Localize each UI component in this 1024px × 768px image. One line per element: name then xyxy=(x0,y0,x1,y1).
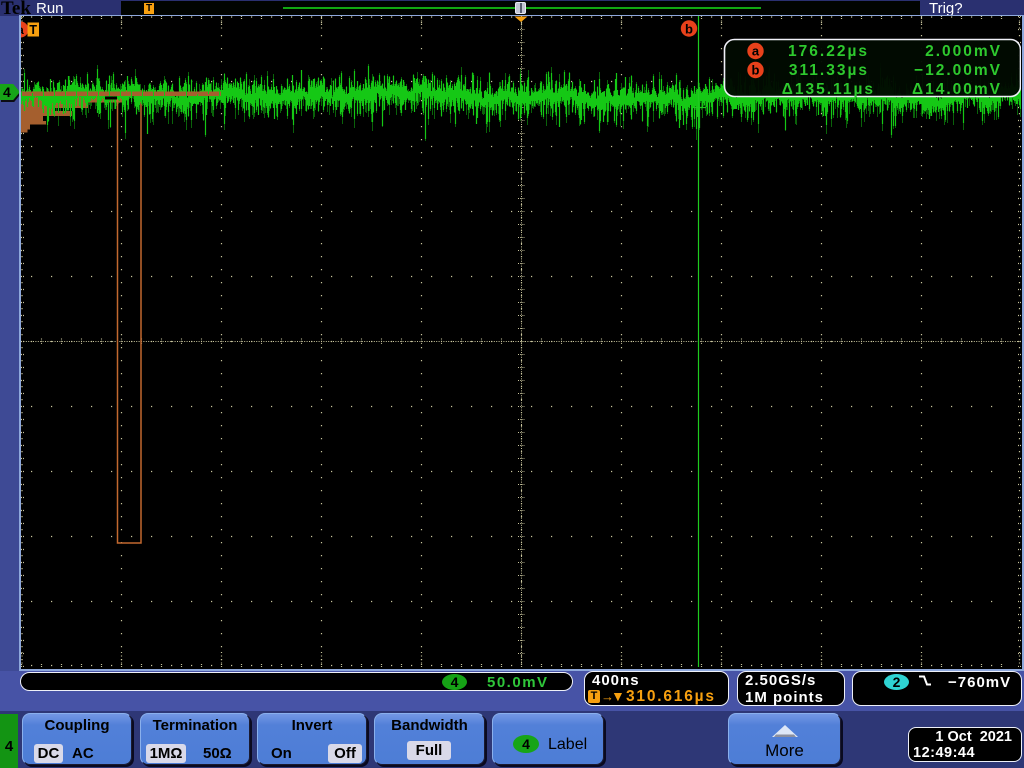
svg-text:176.22µs: 176.22µs xyxy=(788,43,869,60)
svg-text:Δ135.11µs: Δ135.11µs xyxy=(782,81,875,98)
svg-text:a: a xyxy=(21,23,24,37)
svg-text:Δ14.00mV: Δ14.00mV xyxy=(912,81,1002,98)
svg-text:T: T xyxy=(29,23,37,37)
svg-text:a: a xyxy=(752,44,760,59)
svg-text:b: b xyxy=(752,63,760,78)
svg-text:2.000mV: 2.000mV xyxy=(925,43,1002,60)
svg-text:−12.00mV: −12.00mV xyxy=(914,62,1002,79)
svg-text:311.33µs: 311.33µs xyxy=(789,62,869,79)
svg-text:b: b xyxy=(685,21,693,36)
